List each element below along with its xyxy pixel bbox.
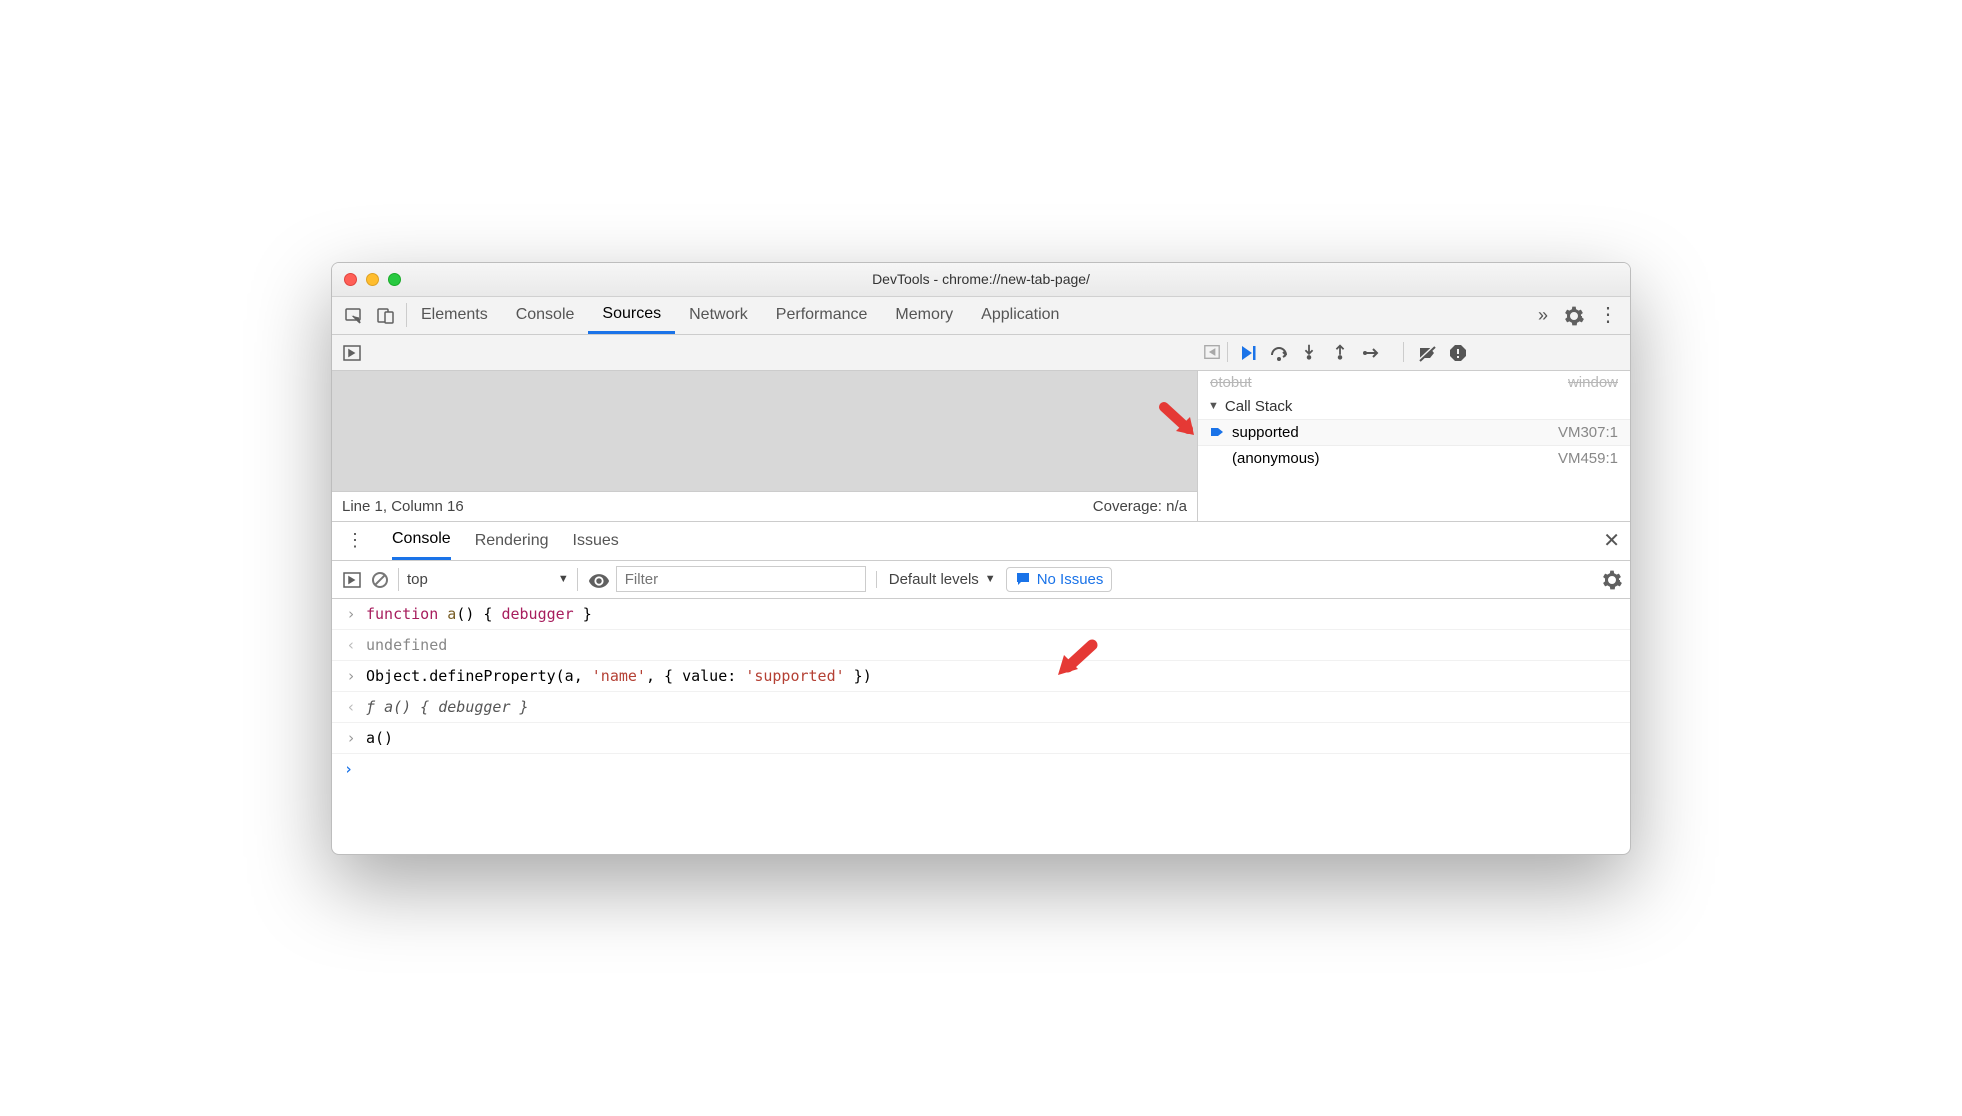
- dropdown-triangle-icon: ▼: [985, 573, 996, 585]
- minimize-window-button[interactable]: [366, 273, 379, 286]
- debugger-panel: otobutwindow ▼ Call Stack supported VM30…: [1197, 371, 1630, 521]
- tab-console[interactable]: Console: [502, 297, 589, 334]
- call-stack-frame-0[interactable]: supported VM307:1: [1198, 419, 1630, 445]
- more-tabs-icon[interactable]: »: [1538, 305, 1548, 326]
- clear-console-icon[interactable]: [370, 570, 388, 588]
- console-sidebar-toggle-icon[interactable]: [342, 570, 360, 588]
- dropdown-triangle-icon: ▼: [558, 573, 569, 585]
- window-title: DevTools - chrome://new-tab-page/: [332, 271, 1630, 287]
- live-input-chevron-icon: ›: [344, 760, 353, 778]
- source-status-bar: Line 1, Column 16 Coverage: n/a: [332, 491, 1197, 521]
- tab-sources[interactable]: Sources: [588, 297, 675, 334]
- console-input-line: › a(): [332, 723, 1630, 754]
- console-result-line: › ƒ a() { debugger }: [332, 692, 1630, 723]
- zoom-window-button[interactable]: [388, 273, 401, 286]
- result-chevron-icon: ›: [344, 698, 358, 716]
- inspect-icon[interactable]: [344, 306, 362, 324]
- traffic-lights: [344, 273, 401, 286]
- drawer-close-icon[interactable]: ✕: [1603, 528, 1620, 553]
- drawer-tabs: ⋮ Console Rendering Issues ✕: [332, 521, 1630, 561]
- tab-performance[interactable]: Performance: [762, 297, 882, 334]
- console-input-line: › function a() { debugger }: [332, 599, 1630, 630]
- console-filter-input[interactable]: [616, 566, 866, 592]
- current-frame-arrow-icon: [1210, 425, 1224, 439]
- speech-bubble-icon: [1015, 571, 1031, 587]
- close-window-button[interactable]: [344, 273, 357, 286]
- main-tabs: Elements Console Sources Network Perform…: [332, 297, 1630, 335]
- drawer-tab-console[interactable]: Console: [392, 522, 451, 560]
- step-out-icon[interactable]: [1331, 343, 1349, 361]
- expand-triangle-icon: ▼: [1208, 400, 1219, 412]
- console-result-line: › undefined: [332, 630, 1630, 661]
- console-live-prompt[interactable]: ›: [332, 754, 1630, 784]
- drawer-tab-rendering[interactable]: Rendering: [475, 522, 549, 560]
- tab-elements[interactable]: Elements: [407, 297, 502, 334]
- tab-application[interactable]: Application: [967, 297, 1073, 334]
- coverage-status: Coverage: n/a: [1093, 498, 1187, 515]
- log-levels-select[interactable]: Default levels ▼: [876, 571, 996, 588]
- console-input-line: › Object.defineProperty(a, 'name', { val…: [332, 661, 1630, 692]
- input-chevron-icon: ›: [344, 605, 358, 623]
- cursor-position: Line 1, Column 16: [342, 498, 464, 515]
- show-debugger-icon[interactable]: [1203, 343, 1221, 361]
- result-chevron-icon: ›: [344, 636, 358, 654]
- device-toggle-icon[interactable]: [376, 306, 394, 324]
- deactivate-breakpoints-icon[interactable]: [1417, 343, 1435, 361]
- tab-memory[interactable]: Memory: [881, 297, 967, 334]
- source-editor-area: Line 1, Column 16 Coverage: n/a: [332, 371, 1197, 521]
- sources-toolbar: [332, 335, 1630, 371]
- input-chevron-icon: ›: [344, 667, 358, 685]
- console-settings-gear-icon[interactable]: [1602, 570, 1620, 588]
- execution-context-select[interactable]: top ▼: [398, 568, 578, 591]
- truncated-row: otobutwindow: [1198, 371, 1630, 394]
- step-icon[interactable]: [1362, 343, 1380, 361]
- console-toolbar: top ▼ Default levels ▼ No Issues: [332, 561, 1630, 599]
- devtools-window: DevTools - chrome://new-tab-page/ Elemen…: [331, 262, 1631, 855]
- titlebar: DevTools - chrome://new-tab-page/: [332, 263, 1630, 297]
- issues-indicator[interactable]: No Issues: [1006, 567, 1113, 592]
- input-chevron-icon: ›: [344, 729, 358, 747]
- settings-gear-icon[interactable]: [1564, 306, 1582, 324]
- show-navigator-icon[interactable]: [342, 343, 360, 361]
- resume-icon[interactable]: [1238, 343, 1256, 361]
- step-over-icon[interactable]: [1269, 343, 1287, 361]
- call-stack-header[interactable]: ▼ Call Stack: [1198, 394, 1630, 419]
- live-expression-icon[interactable]: [588, 570, 606, 588]
- call-stack-frame-1[interactable]: (anonymous) VM459:1: [1198, 445, 1630, 471]
- drawer-tab-issues[interactable]: Issues: [573, 522, 619, 560]
- drawer-menu-icon[interactable]: ⋮: [342, 530, 368, 551]
- console-output[interactable]: › function a() { debugger } › undefined …: [332, 599, 1630, 854]
- tab-network[interactable]: Network: [675, 297, 762, 334]
- sources-content: Line 1, Column 16 Coverage: n/a otobutwi…: [332, 371, 1630, 521]
- step-into-icon[interactable]: [1300, 343, 1318, 361]
- pause-exceptions-icon[interactable]: [1448, 343, 1466, 361]
